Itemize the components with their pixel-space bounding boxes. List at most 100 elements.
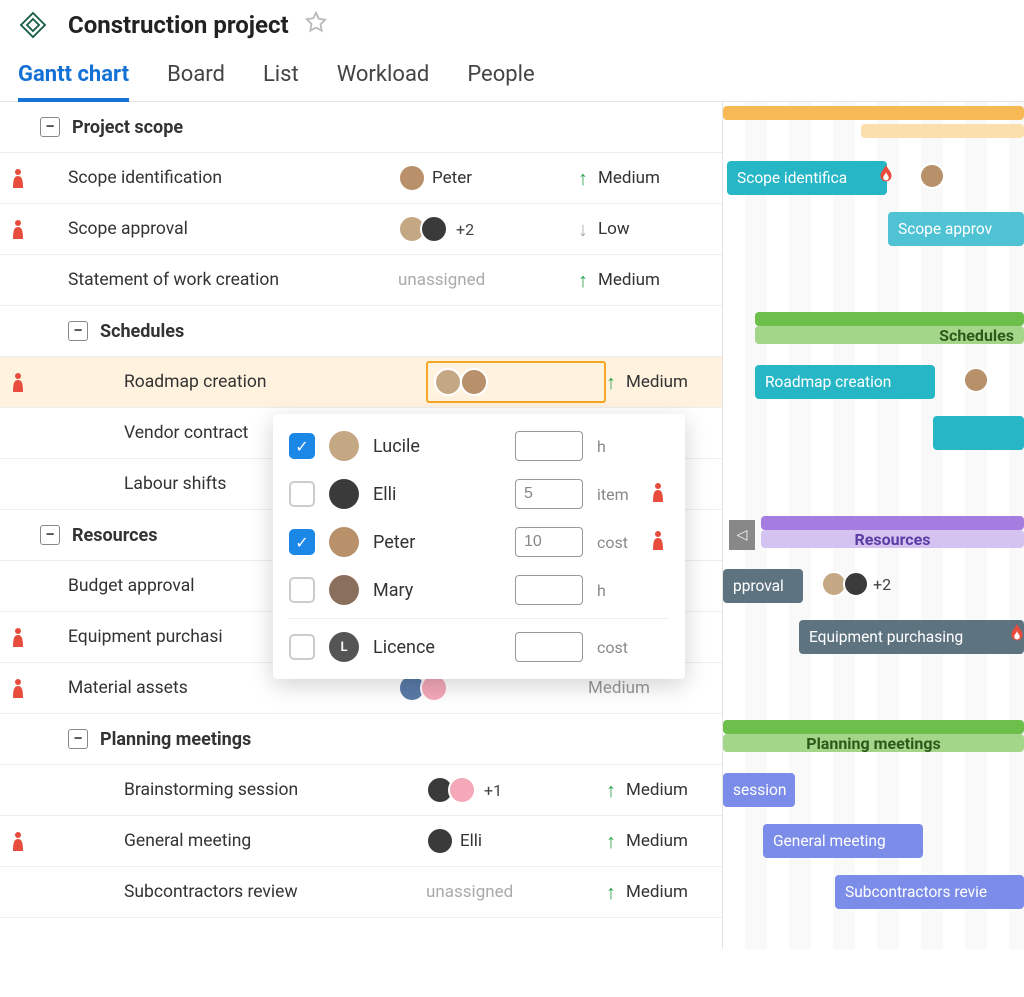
nav-left-icon[interactable]: ◁ bbox=[729, 520, 755, 550]
unit-label: h bbox=[597, 581, 637, 600]
hours-input[interactable] bbox=[515, 575, 583, 605]
unassigned-label: unassigned bbox=[398, 270, 485, 290]
hours-input[interactable] bbox=[515, 632, 583, 662]
app-logo-icon bbox=[18, 10, 48, 40]
gantt-bar-label: Planning meetings bbox=[723, 734, 1024, 752]
gantt-bar[interactable]: Subcontractors revie bbox=[835, 875, 1024, 909]
assignee-cell[interactable]: Peter bbox=[398, 164, 578, 192]
gantt-pane[interactable]: Scope identifica Scope approv Schedules … bbox=[722, 102, 1024, 949]
hours-input[interactable] bbox=[515, 527, 583, 557]
person-icon bbox=[10, 372, 26, 392]
task-row[interactable]: Statement of work creation unassigned ↑ … bbox=[0, 255, 722, 306]
assignee-cell[interactable]: +2 bbox=[398, 215, 578, 243]
popup-row[interactable]: ✓ Lucile h bbox=[273, 422, 685, 470]
favorite-star-icon[interactable] bbox=[305, 11, 327, 39]
priority-label: Medium bbox=[598, 270, 660, 290]
gantt-bar[interactable]: Scope approv bbox=[888, 212, 1024, 246]
assignee-cell-active[interactable] bbox=[426, 361, 606, 403]
unit-label: item bbox=[597, 485, 637, 504]
tab-workload[interactable]: Workload bbox=[337, 62, 430, 101]
bar-label: Schedules bbox=[939, 326, 1014, 345]
gantt-bar-summary[interactable] bbox=[755, 312, 1024, 326]
priority-label: Medium bbox=[626, 882, 688, 902]
avatar-icon bbox=[460, 368, 488, 396]
priority-cell[interactable]: ↑ Medium bbox=[606, 370, 722, 395]
task-name: Budget approval bbox=[68, 576, 195, 596]
collapse-icon[interactable]: − bbox=[68, 729, 88, 749]
group-label: Schedules bbox=[100, 321, 184, 342]
assignee-cell[interactable]: +1 bbox=[426, 776, 606, 804]
person-icon bbox=[10, 678, 26, 698]
priority-cell[interactable]: ↑ Medium bbox=[606, 778, 722, 803]
gantt-bar[interactable] bbox=[933, 416, 1024, 450]
avatar-letter-icon: L bbox=[329, 632, 359, 662]
popup-row[interactable]: L Licence cost bbox=[273, 623, 685, 671]
priority-cell[interactable]: Medium bbox=[578, 678, 722, 698]
priority-cell[interactable]: ↓ Low bbox=[578, 217, 722, 242]
priority-cell[interactable]: ↑ Medium bbox=[578, 166, 722, 191]
arrow-up-icon: ↑ bbox=[606, 829, 616, 854]
group-label: Resources bbox=[72, 525, 158, 546]
collapse-icon[interactable]: − bbox=[68, 321, 88, 341]
popup-row[interactable]: ✓ Peter cost bbox=[273, 518, 685, 566]
person-icon bbox=[10, 168, 26, 188]
person-icon bbox=[10, 219, 26, 239]
tab-board[interactable]: Board bbox=[167, 62, 225, 101]
priority-cell[interactable]: ↑ Medium bbox=[606, 829, 722, 854]
priority-cell[interactable]: ↑ Medium bbox=[578, 268, 722, 293]
group-row-project-scope[interactable]: − Project scope bbox=[0, 102, 722, 153]
assignee-cell[interactable]: unassigned bbox=[398, 270, 578, 290]
avatar-icon bbox=[329, 479, 359, 509]
task-row[interactable]: Brainstorming session +1 ↑ Medium ⋮ bbox=[0, 765, 722, 816]
gantt-bar[interactable]: General meeting bbox=[763, 824, 923, 858]
priority-label: Medium bbox=[626, 831, 688, 851]
checkbox[interactable] bbox=[289, 634, 315, 660]
person-name: Elli bbox=[373, 484, 501, 505]
task-row[interactable]: Subcontractors review unassigned ↑ Mediu… bbox=[0, 867, 722, 918]
avatar-icon bbox=[963, 367, 989, 393]
task-row[interactable]: Scope approval +2 ↓ Low ⋮ bbox=[0, 204, 722, 255]
bar-label: Resources bbox=[854, 530, 930, 549]
gantt-bar[interactable]: session bbox=[723, 773, 795, 807]
hours-input[interactable] bbox=[515, 431, 583, 461]
checkbox[interactable]: ✓ bbox=[289, 433, 315, 459]
gantt-bar-summary[interactable] bbox=[761, 516, 1024, 530]
task-row[interactable]: General meeting Elli ↑ Medium ⋮ bbox=[0, 816, 722, 867]
collapse-icon[interactable]: − bbox=[40, 525, 60, 545]
priority-label: Low bbox=[598, 219, 630, 239]
hours-input[interactable] bbox=[515, 479, 583, 509]
assignee-cell[interactable]: Elli bbox=[426, 827, 606, 855]
gantt-bar-summary[interactable] bbox=[723, 720, 1024, 734]
gantt-bar[interactable]: Scope identifica bbox=[727, 161, 887, 195]
checkbox[interactable]: ✓ bbox=[289, 529, 315, 555]
popup-row[interactable]: Mary h bbox=[273, 566, 685, 614]
checkbox[interactable] bbox=[289, 481, 315, 507]
person-name: Lucile bbox=[373, 436, 501, 457]
gantt-bar[interactable]: Roadmap creation bbox=[755, 365, 935, 399]
task-row-selected[interactable]: Roadmap creation ↑ Medium ⋮ bbox=[0, 357, 722, 408]
checkbox[interactable] bbox=[289, 577, 315, 603]
gantt-bar-summary[interactable] bbox=[723, 106, 1024, 120]
assignee-cell[interactable]: unassigned bbox=[426, 882, 606, 902]
gantt-bar[interactable]: pproval bbox=[723, 569, 803, 603]
person-icon bbox=[10, 831, 26, 851]
popup-row[interactable]: Elli item bbox=[273, 470, 685, 518]
task-list-pane: − Project scope Scope identification Pet… bbox=[0, 102, 722, 949]
avatar-icon bbox=[329, 575, 359, 605]
gantt-bar[interactable]: Equipment purchasing bbox=[799, 620, 1024, 654]
group-row-planning[interactable]: − Planning meetings bbox=[0, 714, 722, 765]
priority-cell[interactable]: ↑ Medium bbox=[606, 880, 722, 905]
tab-list[interactable]: List bbox=[263, 62, 299, 101]
assignee-extra-count: +1 bbox=[484, 781, 502, 800]
tab-gantt-chart[interactable]: Gantt chart bbox=[18, 62, 129, 101]
tab-people[interactable]: People bbox=[467, 62, 534, 101]
collapse-icon[interactable]: − bbox=[40, 117, 60, 137]
assignee-popup: ✓ Lucile h Elli item ✓ Peter cost bbox=[273, 414, 685, 679]
task-row[interactable]: Scope identification Peter ↑ Medium ⋮ bbox=[0, 153, 722, 204]
bar-label: Subcontractors revie bbox=[845, 883, 987, 901]
assignee-extra-count: +2 bbox=[873, 575, 891, 594]
bar-label: Roadmap creation bbox=[765, 373, 891, 391]
gantt-bar-summary[interactable] bbox=[861, 124, 1024, 138]
flame-icon bbox=[875, 163, 897, 185]
group-row-schedules[interactable]: − Schedules bbox=[0, 306, 722, 357]
